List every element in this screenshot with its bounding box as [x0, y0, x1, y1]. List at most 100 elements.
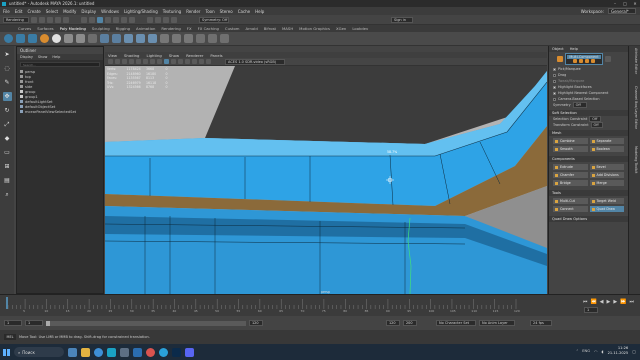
menu-select[interactable]: Select [46, 9, 58, 14]
outliner-menu-help[interactable]: Help [52, 55, 60, 59]
rotate-tool-icon[interactable]: ↻ [3, 106, 12, 115]
attribute-editor-tab[interactable]: Attribute Editor [634, 48, 638, 74]
paint-select-icon[interactable]: ✎ [3, 78, 12, 87]
outliner-row[interactable]: mcearPanelViewSelectedSet [20, 109, 103, 114]
viewport-menu-shading[interactable]: Shading [124, 53, 139, 58]
menu-stereo[interactable]: Stereo [220, 9, 233, 14]
render-settings-icon[interactable] [171, 16, 177, 23]
quad-draw-icon[interactable] [184, 34, 193, 43]
character-set-dropdown[interactable]: No Character Set [436, 320, 476, 326]
widgets-icon[interactable] [68, 347, 77, 357]
menu-lighting-shading[interactable]: Lighting/Shading [124, 9, 158, 14]
shelf-tab-sculpting[interactable]: Sculpting [92, 26, 110, 31]
store-icon[interactable] [120, 347, 129, 357]
save-scene-icon[interactable] [47, 16, 53, 23]
symmetry-dropdown[interactable]: Symmetry: Off [199, 16, 229, 23]
snap-point-icon[interactable] [121, 16, 127, 23]
minimize-button[interactable]: – [610, 0, 620, 7]
select-hierarchy-icon[interactable] [81, 16, 87, 23]
wireframe-icon[interactable] [150, 59, 155, 64]
workspace-dropdown[interactable]: General* [608, 8, 636, 14]
menu-texturing[interactable]: Texturing [163, 9, 181, 14]
bridge-icon[interactable] [136, 34, 145, 43]
telegram-icon[interactable] [159, 347, 168, 357]
history-icon[interactable] [147, 16, 153, 23]
wifi-icon[interactable]: ◠ [594, 349, 598, 354]
current-time-marker[interactable] [6, 297, 8, 309]
poly-plane-icon[interactable] [64, 34, 73, 43]
snap-curve-icon[interactable] [113, 16, 119, 23]
edge-mode-icon[interactable] [579, 59, 583, 63]
toolkit-tab-help[interactable]: Help [570, 47, 578, 51]
film-gate-icon[interactable] [136, 59, 141, 64]
step-back-icon[interactable]: ◀ [600, 299, 604, 305]
step-forward-key-icon[interactable]: ⏩ [620, 299, 626, 305]
step-forward-icon[interactable]: ▶ [613, 299, 617, 305]
tray-chevron-icon[interactable]: ˄ [576, 349, 578, 354]
menu-help[interactable]: Help [255, 9, 264, 14]
uv-mode-icon[interactable] [591, 59, 595, 63]
shelf-tab-rigging[interactable]: Rigging [116, 26, 130, 31]
shelf-tab-mash[interactable]: MASH [282, 26, 293, 31]
go-to-start-icon[interactable]: ⏮ [583, 299, 588, 305]
volume-icon[interactable]: ◖ [602, 349, 604, 354]
snap-surface-icon[interactable] [129, 16, 135, 23]
toolkit-tab-object[interactable]: Object [552, 47, 564, 51]
lights-icon[interactable] [178, 59, 183, 64]
extrude-button[interactable]: Extrude [553, 164, 588, 170]
undo-icon[interactable] [55, 16, 61, 23]
step-back-key-icon[interactable]: ⏪ [590, 299, 596, 305]
taskbar-clock[interactable]: 11:26 21.11.2025 [608, 346, 629, 356]
shelf-tab-custom[interactable]: Custom [225, 26, 240, 31]
xray-icon[interactable] [199, 59, 204, 64]
play-icon[interactable]: ▶ [607, 299, 611, 305]
shelf-tab-xgen[interactable]: XGen [336, 26, 346, 31]
notification-icon[interactable]: ▢ [632, 349, 636, 354]
vertex-mode-icon[interactable] [573, 59, 577, 63]
shelf-tab-rendering[interactable]: Rendering [161, 26, 180, 31]
persp-outliner-icon[interactable]: ▤ [3, 176, 12, 185]
poly-cube-icon[interactable] [16, 34, 25, 43]
windows-start-icon[interactable] [3, 348, 10, 356]
bevel-icon[interactable] [148, 34, 157, 43]
shelf-tab-curves[interactable]: Curves [18, 26, 31, 31]
single-view-icon[interactable]: ▭ [3, 148, 12, 157]
render-icon[interactable] [155, 16, 161, 23]
mel-toggle[interactable]: MEL [4, 334, 16, 340]
separate-icon[interactable] [112, 34, 121, 43]
open-scene-icon[interactable] [39, 16, 45, 23]
shelf-tab-fx-caching[interactable]: FX Caching [198, 26, 219, 31]
planar-map-icon[interactable] [208, 34, 217, 43]
multi-cut-button[interactable]: Multi-Cut [553, 198, 588, 204]
uv-editor-icon[interactable] [196, 34, 205, 43]
lasso-tool-icon[interactable]: ◌ [3, 64, 12, 73]
menu-display[interactable]: Display [81, 9, 96, 14]
mail-icon[interactable] [133, 347, 142, 357]
extrude-icon[interactable] [124, 34, 133, 43]
outliner-search-input[interactable]: Search... [20, 62, 100, 67]
automatic-map-icon[interactable] [220, 34, 229, 43]
last-tool-icon[interactable]: ◆ [3, 134, 12, 143]
go-to-end-icon[interactable]: ⏭ [629, 299, 634, 305]
wireframe-on-shaded-icon[interactable] [164, 59, 169, 64]
transform-constraint-dropdown[interactable]: Off [590, 122, 603, 128]
channel-box-tab[interactable]: Channel Box/Layer Editor [634, 86, 638, 129]
quad-draw-button[interactable]: Quad Draw [589, 206, 624, 212]
textured-icon[interactable] [171, 59, 176, 64]
outliner-menu-show[interactable]: Show [38, 55, 47, 59]
move-tool-icon[interactable]: ✥ [2, 92, 12, 101]
playback-end-field[interactable]: 120 [249, 320, 263, 326]
range-bar[interactable] [46, 320, 246, 326]
zoom-icon[interactable]: ⌕ [3, 190, 12, 199]
menu-render[interactable]: Render [186, 9, 200, 14]
poly-disc-icon[interactable] [76, 34, 85, 43]
viewport-3d[interactable]: Verts: 1178424 3668 0 Edges: 2148960 16180 0 F… [105, 66, 547, 294]
poly-sphere-icon[interactable] [4, 34, 13, 43]
close-button[interactable]: ✕ [630, 0, 640, 7]
maya-taskbar-icon[interactable] [107, 347, 116, 357]
select-tool-icon[interactable]: ➤ [3, 50, 12, 59]
combine-button[interactable]: Combine [553, 138, 588, 144]
taskbar-search[interactable]: ⌕ Поиск [14, 347, 64, 357]
playback-start-field[interactable]: 1 [25, 320, 43, 326]
object-mode-icon[interactable] [557, 56, 563, 62]
